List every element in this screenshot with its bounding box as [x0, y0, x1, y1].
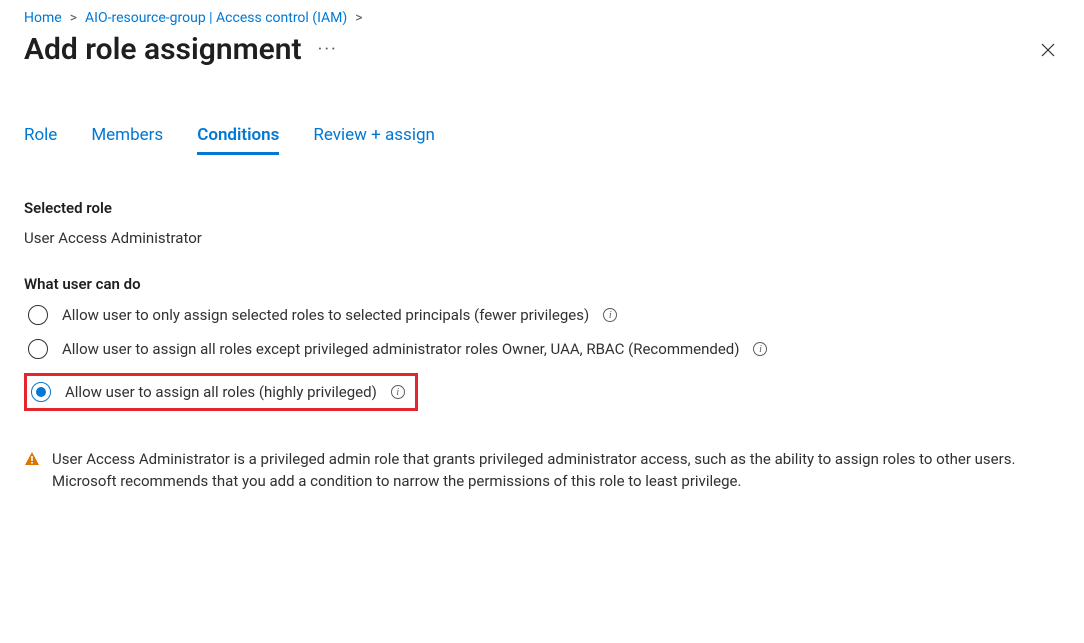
tab-conditions[interactable]: Conditions [197, 121, 279, 155]
what-user-can-do-label: What user can do [24, 275, 1060, 293]
warning-banner: User Access Administrator is a privilege… [24, 449, 1060, 493]
title-row: Add role assignment ··· [24, 32, 1060, 67]
selected-role-value: User Access Administrator [24, 229, 1060, 247]
radio-option-fewer-privileges[interactable]: Allow user to only assign selected roles… [28, 305, 1060, 325]
page-title: Add role assignment [24, 32, 302, 67]
radio-label: Allow user to assign all roles (highly p… [65, 383, 377, 401]
tab-bar: Role Members Conditions Review + assign [24, 121, 1060, 155]
selected-role-label: Selected role [24, 199, 1060, 217]
tab-members[interactable]: Members [91, 121, 163, 155]
radio-group-what-user-can-do: Allow user to only assign selected roles… [24, 305, 1060, 411]
radio-label: Allow user to assign all roles except pr… [62, 340, 739, 358]
info-icon[interactable]: i [753, 342, 767, 356]
radio-icon [28, 305, 48, 325]
breadcrumb-sep-1: > [70, 10, 77, 26]
radio-label: Allow user to only assign selected roles… [62, 306, 589, 324]
info-icon[interactable]: i [603, 308, 617, 322]
title-left: Add role assignment ··· [24, 32, 338, 67]
breadcrumb-sep-2: > [355, 10, 362, 26]
highlight-box: Allow user to assign all roles (highly p… [24, 373, 418, 411]
more-menu-icon[interactable]: ··· [318, 39, 338, 60]
info-icon[interactable]: i [391, 385, 405, 399]
breadcrumb-resource[interactable]: AIO-resource-group | Access control (IAM… [85, 10, 347, 26]
warning-icon [24, 451, 40, 471]
highlighted-row-wrap: Allow user to assign all roles (highly p… [28, 373, 1060, 411]
tab-review-assign[interactable]: Review + assign [313, 121, 434, 155]
close-icon [1041, 43, 1055, 57]
radio-option-highly-privileged[interactable]: Allow user to assign all roles (highly p… [31, 382, 405, 402]
breadcrumb-home[interactable]: Home [24, 10, 62, 26]
warning-text: User Access Administrator is a privilege… [52, 449, 1052, 493]
radio-option-recommended[interactable]: Allow user to assign all roles except pr… [28, 339, 1060, 359]
close-button[interactable] [1036, 38, 1060, 62]
radio-icon [31, 382, 51, 402]
tab-role[interactable]: Role [24, 121, 57, 155]
radio-icon [28, 339, 48, 359]
breadcrumb: Home > AIO-resource-group | Access contr… [24, 10, 1060, 26]
